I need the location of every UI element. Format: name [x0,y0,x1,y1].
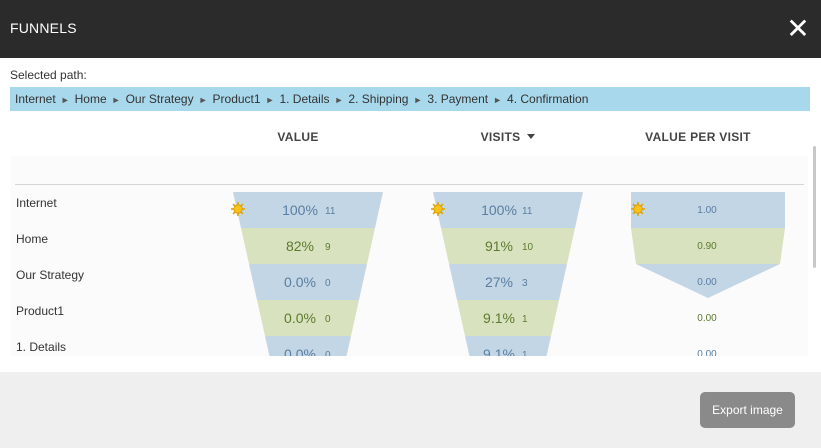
path-step: Home [74,92,107,106]
funnel-count-visits: 10 [522,242,534,253]
funnel-count-value: 0 [325,278,331,289]
funnel-count-value: 0 [325,350,331,356]
scrollbar-thumb[interactable] [813,146,816,268]
path-separator-icon: ► [198,95,208,105]
funnel-count-visits: 1 [522,314,528,325]
vpv-value: 0.00 [697,313,717,324]
path-step: 3. Payment [427,92,489,106]
path-step: Our Strategy [125,92,194,106]
funnel-percent-value: 0.0% [284,346,316,356]
funnel-percent-visits: 9.1% [483,310,515,326]
path-step: 2. Shipping [348,92,409,106]
funnel-percent-visits: 9.1% [483,346,515,356]
funnel-count-value: 9 [325,242,331,253]
selected-path-label: Selected path: [10,68,87,82]
vpv-value: 1.00 [697,205,717,216]
funnel-percent-visits: 27% [485,274,513,290]
path-step: 4. Confirmation [507,92,589,106]
sun-icon [631,202,645,216]
path-separator-icon: ► [334,95,344,105]
selected-path-breadcrumb: Internet ► Home ► Our Strategy ► Product1 ► 1. D… [10,87,810,111]
path-separator-icon: ► [60,95,70,105]
funnel-percent-visits: 91% [485,238,513,254]
funnels-content: Selected path: Internet ► Home ► Our Strateg… [0,58,821,372]
path-separator-icon: ► [413,95,423,105]
path-separator-icon: ► [493,95,503,105]
vpv-value: 0.00 [697,349,717,356]
path-separator-icon: ► [111,95,121,105]
sun-icon [431,202,445,216]
path-step: Internet [15,92,56,106]
column-header-visits-label: VISITS [480,130,521,144]
vpv-value: 0.90 [697,241,717,252]
funnel-charts: 100% 1182% 90.0% 00.0% 00.0% 0100% 1191% 1027% 3… [231,192,785,356]
funnel-count-visits: 3 [522,278,528,289]
funnel-percent-visits: 100% [481,202,517,218]
export-image-button[interactable]: Export image [700,392,795,428]
column-header-value-per-visit[interactable]: VALUE PER VISIT [628,130,768,144]
column-header-visits[interactable]: VISITS [448,130,568,144]
funnel-percent-value: 100% [282,202,318,218]
column-header-value-label: VALUE [277,130,319,144]
funnel-percent-value: 82% [286,238,314,254]
funnel-count-value: 0 [325,314,331,325]
path-separator-icon: ► [265,95,275,105]
column-header-value-per-visit-label: VALUE PER VISIT [645,130,751,144]
path-step: Product1 [212,92,261,106]
funnel-percent-value: 0.0% [284,274,316,290]
funnel-count-value: 11 [325,206,336,217]
sort-desc-icon[interactable] [527,134,536,140]
sun-icon [231,202,245,216]
window-title: FUNNELS [10,20,77,36]
close-icon[interactable]: ✕ [785,14,811,44]
funnel-count-visits: 11 [522,206,533,217]
funnel-percent-value: 0.0% [284,310,316,326]
funnel-table: Internet Home Our Strategy Product1 1. Detai… [11,156,808,356]
funnel-count-visits: 1 [522,350,528,356]
column-header-value[interactable]: VALUE [238,130,358,144]
title-bar: FUNNELS ✕ [0,0,821,58]
path-step: 1. Details [279,92,330,106]
vpv-value: 0.00 [697,277,717,288]
